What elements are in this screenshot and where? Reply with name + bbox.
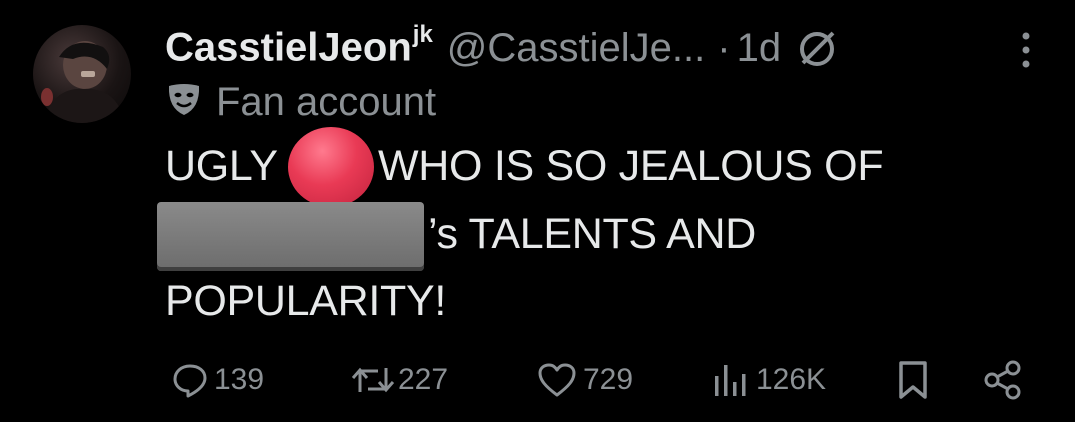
- red-circle-emoji: [288, 127, 374, 207]
- post-text-line-2: ’s TALENTS AND: [428, 210, 756, 258]
- share-button[interactable]: [983, 350, 1023, 410]
- post-text-line-3: POPULARITY!: [165, 277, 447, 325]
- views-button[interactable]: 126K: [712, 350, 826, 410]
- repost-icon: [351, 367, 395, 393]
- like-button[interactable]: 729: [537, 350, 633, 410]
- drama-mask-icon: [166, 82, 202, 123]
- heart-icon: [538, 363, 576, 397]
- reply-button[interactable]: 139: [172, 350, 264, 410]
- post-text-line-1a: UGLY: [165, 142, 278, 190]
- reply-count: 139: [214, 363, 265, 396]
- handle[interactable]: @CasstielJe...: [447, 26, 705, 71]
- repost-button[interactable]: 227: [350, 350, 448, 410]
- author-row: CasstielJeonjk @CasstielJe... · 1d: [165, 18, 839, 78]
- views-icon: [715, 365, 746, 396]
- post-text-line-1b: WHO IS SO JEALOUS OF: [378, 142, 884, 190]
- no-symbol-icon: [797, 27, 839, 69]
- share-icon: [984, 360, 1021, 400]
- timestamp[interactable]: 1d: [737, 26, 782, 71]
- display-name[interactable]: CasstielJeonjk: [165, 21, 433, 70]
- label-text: Fan account: [216, 79, 437, 124]
- bookmark-icon: [899, 361, 927, 399]
- reply-icon: [173, 364, 207, 398]
- more-options-icon[interactable]: [1016, 30, 1036, 70]
- name-suffix: jk: [412, 21, 433, 49]
- bookmark-button[interactable]: [895, 350, 931, 410]
- redaction-block: [157, 202, 424, 271]
- account-label[interactable]: Fan account: [166, 78, 436, 126]
- view-count: 126K: [756, 363, 827, 396]
- repost-count: 227: [398, 363, 449, 396]
- separator: ·: [717, 25, 731, 70]
- avatar[interactable]: [33, 25, 131, 123]
- like-count: 729: [583, 363, 634, 396]
- action-bar: 139 227 729 126K: [0, 350, 1075, 410]
